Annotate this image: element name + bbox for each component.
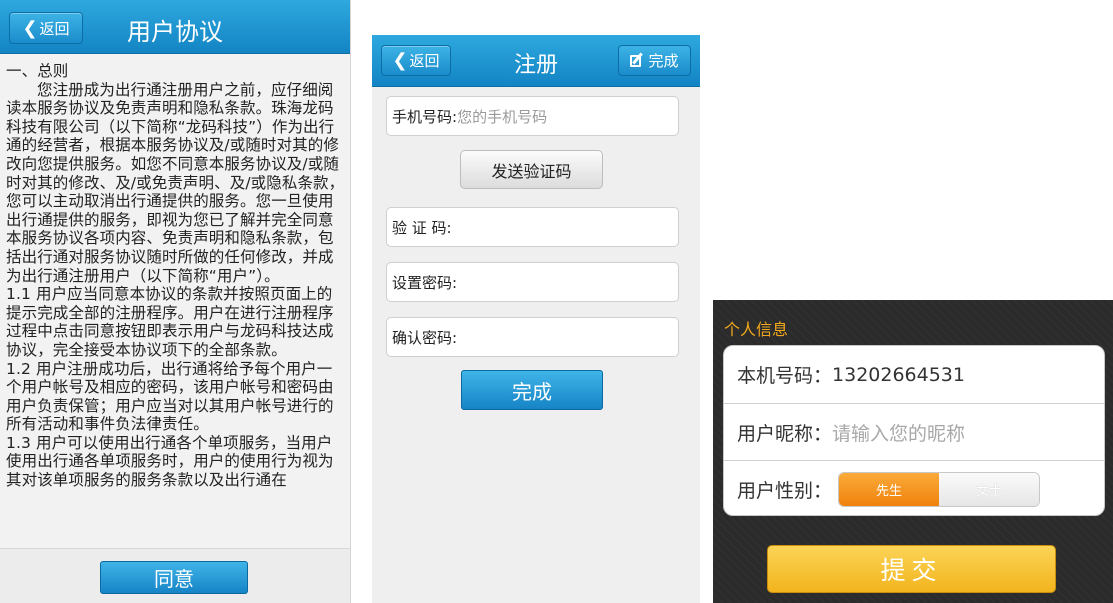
gender-option-female[interactable]: 女士 xyxy=(939,472,1040,506)
agree-button[interactable]: 同意 xyxy=(100,561,248,594)
nickname-label: 用户昵称： xyxy=(737,422,833,445)
password-label: 设置密码: xyxy=(392,273,458,292)
phone-value: 13202664531 xyxy=(832,363,965,386)
password-field[interactable]: 设置密码: xyxy=(386,262,679,302)
register-submit-button[interactable]: 完成 xyxy=(461,370,603,410)
phone-label: 本机号码： xyxy=(737,365,833,387)
done-label: 完成 xyxy=(648,52,679,70)
scroll-fade xyxy=(0,518,350,548)
agreement-title: 用户协议 xyxy=(127,18,223,46)
profile-card: 本机号码： 13202664531 用户昵称： 请输入您的昵称 用户性别： 先生… xyxy=(723,345,1105,516)
agreement-paragraph: 您注册成为出行通注册用户之前，应仔细阅读本服务协议及免责声明和隐私条款。珠海龙码… xyxy=(6,80,345,285)
header-done-button[interactable]: 完成 xyxy=(618,45,691,76)
confirm-password-field[interactable]: 确认密码: xyxy=(386,317,679,357)
register-screen: ❮ 返回 注册 完成 手机号码: 您的手机号码 发送验证码 验 证 码: 设置密… xyxy=(372,35,700,603)
profile-submit-button[interactable]: 提交 xyxy=(767,545,1056,593)
phone-placeholder: 您的手机号码 xyxy=(457,107,548,126)
phone-label: 手机号码: xyxy=(392,107,458,126)
nickname-field[interactable]: 用户昵称： 请输入您的昵称 xyxy=(724,403,1104,460)
agreement-paragraph: 1.3 用户可以使用出行通各个单项服务，当用户使用出行通各单项服务时，用户的使用… xyxy=(6,433,334,490)
agreement-bottom-bar: 同意 xyxy=(0,548,350,603)
agreement-paragraph: 一、总则 xyxy=(6,62,69,80)
confirm-label: 确认密码: xyxy=(392,328,458,347)
phone-field[interactable]: 手机号码: 您的手机号码 xyxy=(386,96,679,136)
gender-label: 用户性别： xyxy=(737,479,833,502)
gender-option-male[interactable]: 先生 xyxy=(839,472,940,506)
section-title: 个人信息 xyxy=(724,320,789,339)
code-label: 验 证 码: xyxy=(392,218,452,237)
agreement-header: ❮ 返回 用户协议 xyxy=(0,0,350,54)
send-code-button[interactable]: 发送验证码 xyxy=(460,150,603,189)
gender-toggle[interactable]: 先生 女士 xyxy=(838,471,1041,507)
agreement-paragraph: 1.1 用户应当同意本协议的条款并按照页面上的提示完成全部的注册程序。用户在进行… xyxy=(6,285,334,359)
edit-icon xyxy=(630,52,645,68)
nickname-placeholder: 请输入您的昵称 xyxy=(832,422,966,445)
gender-row: 用户性别： 先生 女士 xyxy=(724,460,1104,517)
phone-row: 本机号码： 13202664531 xyxy=(724,346,1104,403)
verification-code-field[interactable]: 验 证 码: xyxy=(386,207,679,247)
agreement-screen: ❮ 返回 用户协议 一、总则 您注册成为出行通注册用户之前，应仔细阅读本服务协议… xyxy=(0,0,351,603)
register-header: ❮ 返回 注册 完成 xyxy=(372,35,700,87)
profile-screen: 个人信息 本机号码： 13202664531 用户昵称： 请输入您的昵称 用户性… xyxy=(713,300,1113,603)
agreement-paragraph: 1.2 用户注册成功后，出行通将给予每个用户一个用户帐号及相应的密码，该用户帐号… xyxy=(6,359,334,434)
agreement-text[interactable]: 一、总则 您注册成为出行通注册用户之前，应仔细阅读本服务协议及免责声明和隐私条款… xyxy=(6,62,346,544)
